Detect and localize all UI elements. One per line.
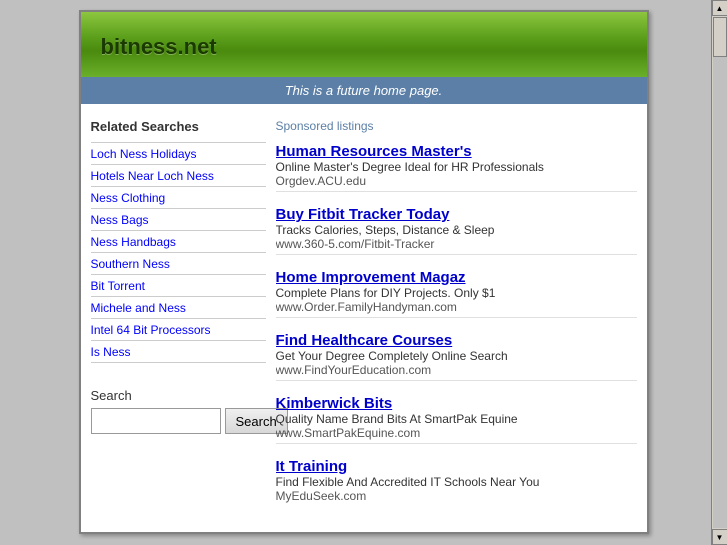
listing-item: Home Improvement MagazComplete Plans for… (276, 269, 637, 318)
listing-title[interactable]: Find Healthcare Courses (276, 332, 637, 349)
search-section: Search Search (91, 388, 266, 434)
list-item[interactable]: Intel 64 Bit Processors (91, 319, 266, 341)
scrollbar-right: ▲ ▼ (711, 0, 727, 545)
listings-container: Human Resources Master'sOnline Master's … (276, 143, 637, 503)
listing-description: Get Your Degree Completely Online Search (276, 349, 637, 363)
scroll-thumb[interactable] (713, 17, 727, 57)
listing-item: It TrainingFind Flexible And Accredited … (276, 458, 637, 503)
sponsored-label: Sponsored listings (276, 119, 637, 133)
related-search-link[interactable]: Loch Ness Holidays (91, 147, 197, 161)
listing-item: Human Resources Master'sOnline Master's … (276, 143, 637, 192)
list-item[interactable]: Hotels Near Loch Ness (91, 165, 266, 187)
listing-url: www.FindYourEducation.com (276, 363, 637, 377)
listing-url: www.SmartPakEquine.com (276, 426, 637, 440)
related-search-link[interactable]: Michele and Ness (91, 301, 186, 315)
listing-title[interactable]: Buy Fitbit Tracker Today (276, 206, 637, 223)
listing-url: www.Order.FamilyHandyman.com (276, 300, 637, 314)
search-input[interactable] (91, 408, 221, 434)
related-search-link[interactable]: Bit Torrent (91, 279, 145, 293)
list-item[interactable]: Michele and Ness (91, 297, 266, 319)
browser-window: bitness.net This is a future home page. … (79, 10, 649, 534)
list-item[interactable]: Ness Clothing (91, 187, 266, 209)
listing-item: Find Healthcare CoursesGet Your Degree C… (276, 332, 637, 381)
site-header: bitness.net (81, 12, 647, 77)
search-row: Search (91, 408, 266, 434)
site-title: bitness.net (101, 34, 217, 60)
list-item[interactable]: Southern Ness (91, 253, 266, 275)
right-column: Sponsored listings Human Resources Maste… (276, 119, 637, 517)
listing-description: Quality Name Brand Bits At SmartPak Equi… (276, 412, 637, 426)
related-search-link[interactable]: Ness Bags (91, 213, 149, 227)
listing-divider (276, 191, 637, 192)
related-searches-list: Loch Ness Holidays Hotels Near Loch Ness N… (91, 142, 266, 363)
related-search-link[interactable]: Intel 64 Bit Processors (91, 323, 211, 337)
listing-description: Tracks Calories, Steps, Distance & Sleep (276, 223, 637, 237)
list-item[interactable]: Ness Bags (91, 209, 266, 231)
related-search-link[interactable]: Southern Ness (91, 257, 170, 271)
listing-url: MyEduSeek.com (276, 489, 637, 503)
listing-title[interactable]: Human Resources Master's (276, 143, 637, 160)
listing-item: Kimberwick BitsQuality Name Brand Bits A… (276, 395, 637, 444)
subtitle-text: This is a future home page. (285, 83, 443, 98)
list-item[interactable]: Loch Ness Holidays (91, 143, 266, 165)
listing-url: www.360-5.com/Fitbit-Tracker (276, 237, 637, 251)
listing-item: Buy Fitbit Tracker TodayTracks Calories,… (276, 206, 637, 255)
related-heading: Related Searches (91, 119, 266, 134)
listing-divider (276, 443, 637, 444)
scroll-track (713, 17, 727, 528)
listing-divider (276, 317, 637, 318)
listing-description: Online Master's Degree Ideal for HR Prof… (276, 160, 637, 174)
listing-title[interactable]: It Training (276, 458, 637, 475)
list-item[interactable]: Ness Handbags (91, 231, 266, 253)
listing-description: Complete Plans for DIY Projects. Only $1 (276, 286, 637, 300)
listing-url: Orgdev.ACU.edu (276, 174, 637, 188)
listing-divider (276, 254, 637, 255)
scroll-down-button[interactable]: ▼ (712, 529, 727, 545)
related-search-link[interactable]: Is Ness (91, 345, 131, 359)
search-label: Search (91, 388, 266, 403)
listing-divider (276, 380, 637, 381)
list-item[interactable]: Bit Torrent (91, 275, 266, 297)
subtitle-bar: This is a future home page. (81, 77, 647, 104)
left-column: Related Searches Loch Ness Holidays Hotel… (91, 119, 266, 517)
listing-title[interactable]: Home Improvement Magaz (276, 269, 637, 286)
scroll-up-button[interactable]: ▲ (712, 0, 727, 16)
list-item[interactable]: Is Ness (91, 341, 266, 363)
related-search-link[interactable]: Ness Clothing (91, 191, 166, 205)
main-content: Related Searches Loch Ness Holidays Hotel… (81, 104, 647, 532)
listing-description: Find Flexible And Accredited IT Schools … (276, 475, 637, 489)
listing-title[interactable]: Kimberwick Bits (276, 395, 637, 412)
related-search-link[interactable]: Ness Handbags (91, 235, 176, 249)
related-search-link[interactable]: Hotels Near Loch Ness (91, 169, 214, 183)
